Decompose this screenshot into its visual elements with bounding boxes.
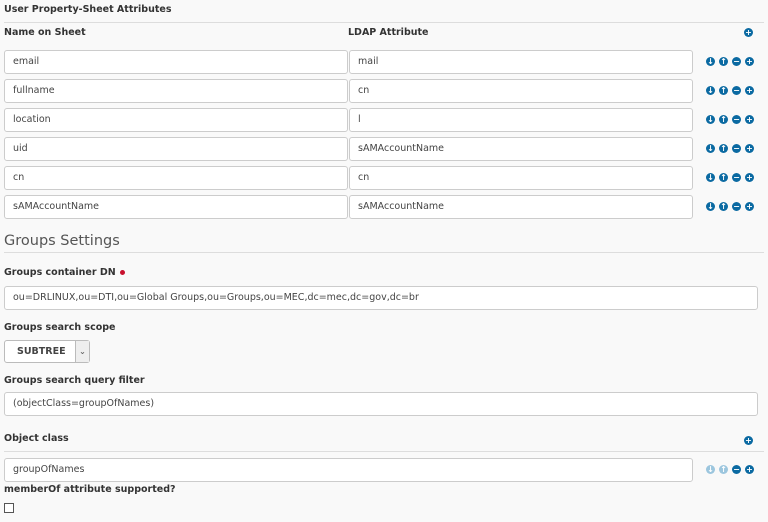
remove-icon[interactable]: − bbox=[732, 202, 741, 211]
ldap-attribute-input[interactable]: sAMAccountName bbox=[349, 195, 693, 219]
sheet-name-input[interactable]: sAMAccountName bbox=[4, 195, 348, 219]
remove-icon[interactable]: − bbox=[732, 173, 741, 182]
remove-icon[interactable]: − bbox=[732, 144, 741, 153]
divider bbox=[4, 22, 764, 23]
sheet-name-input[interactable]: cn bbox=[4, 166, 348, 190]
groups-search-filter-input[interactable]: (objectClass=groupOfNames) bbox=[4, 392, 758, 416]
move-up-icon[interactable]: ↑ bbox=[719, 57, 728, 66]
remove-icon[interactable]: − bbox=[732, 115, 741, 124]
remove-icon[interactable]: − bbox=[732, 465, 741, 474]
move-down-icon[interactable]: ↓ bbox=[706, 86, 715, 95]
move-down-icon[interactable]: ↓ bbox=[706, 144, 715, 153]
move-up-icon[interactable]: ↑ bbox=[719, 144, 728, 153]
add-icon[interactable]: + bbox=[745, 144, 754, 153]
object-class-label: Object class bbox=[4, 433, 69, 444]
sheet-name-input[interactable]: email bbox=[4, 50, 348, 74]
ldap-attribute-input[interactable]: mail bbox=[349, 50, 693, 74]
remove-icon[interactable]: − bbox=[732, 57, 741, 66]
add-icon[interactable]: + bbox=[745, 465, 754, 474]
column-header-ldap: LDAP Attribute bbox=[348, 27, 429, 38]
ldap-attribute-input[interactable]: sAMAccountName bbox=[349, 137, 693, 161]
add-icon[interactable]: + bbox=[745, 115, 754, 124]
sheet-name-input[interactable]: fullname bbox=[4, 79, 348, 103]
ldap-attribute-input[interactable]: l bbox=[349, 108, 693, 132]
add-icon[interactable]: + bbox=[745, 57, 754, 66]
move-down-icon[interactable]: ↓ bbox=[706, 202, 715, 211]
move-up-icon[interactable]: ↑ bbox=[719, 115, 728, 124]
add-object-class-icon[interactable]: + bbox=[744, 436, 753, 445]
groups-search-scope-select[interactable]: SUBTREE ⌄ bbox=[4, 340, 90, 363]
chevron-down-icon: ⌄ bbox=[75, 341, 89, 362]
move-down-icon: ↓ bbox=[706, 465, 715, 474]
groups-search-scope-label: Groups search scope bbox=[4, 322, 116, 333]
add-icon[interactable]: + bbox=[745, 86, 754, 95]
groups-container-dn-input[interactable]: ou=DRLINUX,ou=DTI,ou=Global Groups,ou=Gr… bbox=[4, 286, 758, 310]
move-up-icon[interactable]: ↑ bbox=[719, 86, 728, 95]
selected-value: SUBTREE bbox=[17, 346, 66, 357]
divider bbox=[4, 252, 764, 253]
ldap-attribute-input[interactable]: cn bbox=[349, 166, 693, 190]
object-class-input[interactable]: groupOfNames bbox=[4, 458, 693, 482]
add-icon[interactable]: + bbox=[745, 173, 754, 182]
memberof-label: memberOf attribute supported? bbox=[4, 484, 176, 495]
add-row-icon[interactable]: + bbox=[744, 28, 753, 37]
groups-container-dn-label: Groups container DN bbox=[4, 267, 125, 278]
label-text: Groups container DN bbox=[4, 267, 116, 278]
sheet-name-input[interactable]: location bbox=[4, 108, 348, 132]
groups-search-filter-label: Groups search query filter bbox=[4, 375, 145, 386]
memberof-checkbox[interactable] bbox=[4, 503, 14, 513]
sheet-name-input[interactable]: uid bbox=[4, 137, 348, 161]
column-header-name: Name on Sheet bbox=[4, 27, 86, 38]
required-indicator bbox=[119, 270, 125, 275]
add-icon[interactable]: + bbox=[745, 202, 754, 211]
move-down-icon[interactable]: ↓ bbox=[706, 57, 715, 66]
move-up-icon: ↑ bbox=[719, 465, 728, 474]
move-down-icon[interactable]: ↓ bbox=[706, 115, 715, 124]
move-up-icon[interactable]: ↑ bbox=[719, 202, 728, 211]
ldap-attribute-input[interactable]: cn bbox=[349, 79, 693, 103]
property-sheet-title: User Property-Sheet Attributes bbox=[4, 4, 172, 15]
groups-settings-heading: Groups Settings bbox=[4, 233, 120, 249]
move-down-icon[interactable]: ↓ bbox=[706, 173, 715, 182]
divider bbox=[4, 451, 764, 452]
remove-icon[interactable]: − bbox=[732, 86, 741, 95]
move-up-icon[interactable]: ↑ bbox=[719, 173, 728, 182]
